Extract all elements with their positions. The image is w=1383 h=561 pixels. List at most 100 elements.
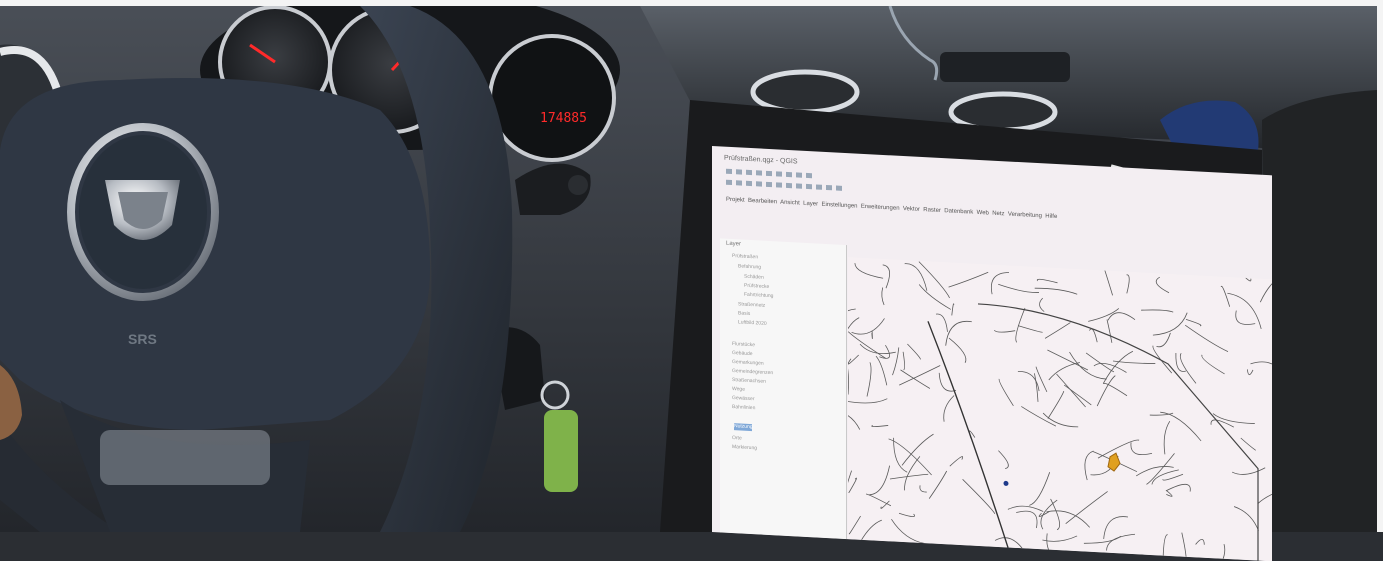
menu-item[interactable]: Datenbank	[944, 208, 973, 216]
air-vent-left	[750, 69, 860, 115]
layer-item[interactable]: Luftbild 2020	[738, 319, 767, 327]
road-segment	[1112, 360, 1156, 364]
road-segment	[918, 284, 951, 310]
road-segment	[1247, 369, 1254, 376]
road-segment	[893, 437, 908, 473]
layer-item[interactable]: Befahrung	[738, 263, 761, 270]
road-segment	[1088, 308, 1120, 322]
map-canvas[interactable]	[827, 257, 1272, 561]
road-segment	[1035, 366, 1048, 393]
steering-wheel-hub	[0, 78, 430, 430]
layers-panel-title: Layer	[726, 240, 742, 248]
road-segment	[998, 450, 1009, 469]
menu-item[interactable]: Layer	[803, 201, 818, 208]
road-network-map	[827, 261, 1272, 561]
road-segment	[843, 359, 849, 395]
road-segment	[1257, 486, 1272, 505]
road-segment	[1050, 498, 1061, 531]
road-segment	[1046, 510, 1090, 528]
layer-item[interactable]: Basis	[738, 310, 750, 317]
road-segment	[1103, 267, 1113, 296]
road-segment	[993, 329, 1016, 333]
road-segment	[848, 477, 857, 494]
layer-item[interactable]: Prüfstraßen	[732, 253, 758, 260]
road-segment	[892, 347, 900, 376]
road-segment	[1233, 506, 1259, 531]
road-segment	[1233, 264, 1252, 282]
road-segment	[1084, 450, 1094, 481]
road-segment	[1016, 510, 1038, 529]
highlighted-parcel[interactable]	[1107, 452, 1121, 472]
layer-item[interactable]: Flurstücke	[732, 341, 755, 348]
road-segment	[998, 283, 1040, 293]
road-segment	[1083, 535, 1122, 544]
menu-item[interactable]: Vektor	[903, 206, 920, 213]
menu-item[interactable]: Einstellungen	[821, 202, 857, 210]
road-segment	[962, 479, 996, 515]
road-segment	[847, 354, 859, 365]
road-segment	[919, 485, 927, 493]
road-segment	[1160, 411, 1202, 442]
road-segment	[899, 365, 941, 386]
menu-item[interactable]: Web	[977, 210, 989, 217]
road-segment	[1126, 274, 1130, 294]
menu-item[interactable]: Bearbeiten	[748, 198, 777, 206]
layer-item[interactable]: Schäden	[744, 274, 764, 281]
road-segment	[1103, 382, 1128, 397]
road-segment	[998, 378, 1014, 406]
road-segment	[1093, 362, 1127, 373]
road-segment	[1085, 352, 1115, 373]
layer-item[interactable]: Gewässer	[732, 395, 755, 402]
road-segment	[943, 395, 955, 422]
layer-item[interactable]: Gemarkungen	[732, 359, 764, 367]
road-segment	[1040, 499, 1058, 530]
menu-item[interactable]: Netz	[992, 211, 1004, 218]
road-segment	[904, 456, 921, 491]
road-segment	[948, 271, 989, 288]
road-segment	[1227, 292, 1262, 329]
road-segment	[948, 337, 967, 363]
road-segment	[875, 355, 888, 386]
menu-item[interactable]: Projekt	[726, 197, 745, 204]
layer-item[interactable]: Gemeindegrenzen	[732, 368, 773, 376]
road-segment	[871, 330, 873, 339]
layer-item[interactable]: Gebäude	[732, 350, 753, 357]
gps-position-marker	[1003, 480, 1009, 486]
menu-item[interactable]: Hilfe	[1045, 213, 1057, 220]
road-segment	[846, 470, 852, 489]
road-segment	[1069, 351, 1107, 380]
road-segment	[1163, 420, 1171, 455]
road-segment	[1179, 353, 1197, 384]
road-segment	[882, 264, 890, 289]
road-segment	[1162, 534, 1168, 560]
road-segment	[1103, 516, 1129, 539]
layer-item[interactable]: Straßennetz	[738, 301, 765, 308]
menu-item[interactable]: Raster	[923, 207, 941, 214]
road-segment	[951, 303, 955, 316]
layer-item-selected[interactable]: Nutzung	[734, 423, 753, 432]
road-segment	[1195, 539, 1205, 545]
layer-item[interactable]: Bahnlinien	[732, 404, 755, 411]
layer-item[interactable]: Fahrtrichtung	[744, 292, 773, 300]
road-segment	[1036, 278, 1058, 284]
road-segment	[902, 351, 905, 371]
road-segment	[945, 320, 972, 346]
road-segment	[854, 263, 884, 279]
road-segment	[1231, 467, 1266, 475]
menu-item[interactable]: Ansicht	[780, 200, 800, 207]
laptop-screen: Prüfstraßen.qgz - QGIS Projekt Bearbeite…	[712, 146, 1272, 561]
road-segment	[827, 410, 861, 430]
layer-item[interactable]: Straßenachsen	[732, 377, 766, 385]
road-segment	[1165, 483, 1191, 492]
road-segment	[847, 331, 887, 359]
road-segment	[1047, 349, 1089, 371]
layer-item[interactable]: Orte	[732, 435, 742, 442]
road-segment	[1107, 312, 1136, 321]
layer-item[interactable]: Wege	[732, 386, 745, 393]
road-segment	[1185, 318, 1202, 327]
road-segment	[1155, 276, 1170, 294]
menu-item[interactable]: Erweiterungen	[861, 204, 900, 212]
layer-item[interactable]: Prüfstrecke	[744, 283, 769, 290]
menu-item[interactable]: Verarbeitung	[1008, 212, 1042, 220]
layer-item[interactable]: Markierung	[732, 444, 757, 451]
